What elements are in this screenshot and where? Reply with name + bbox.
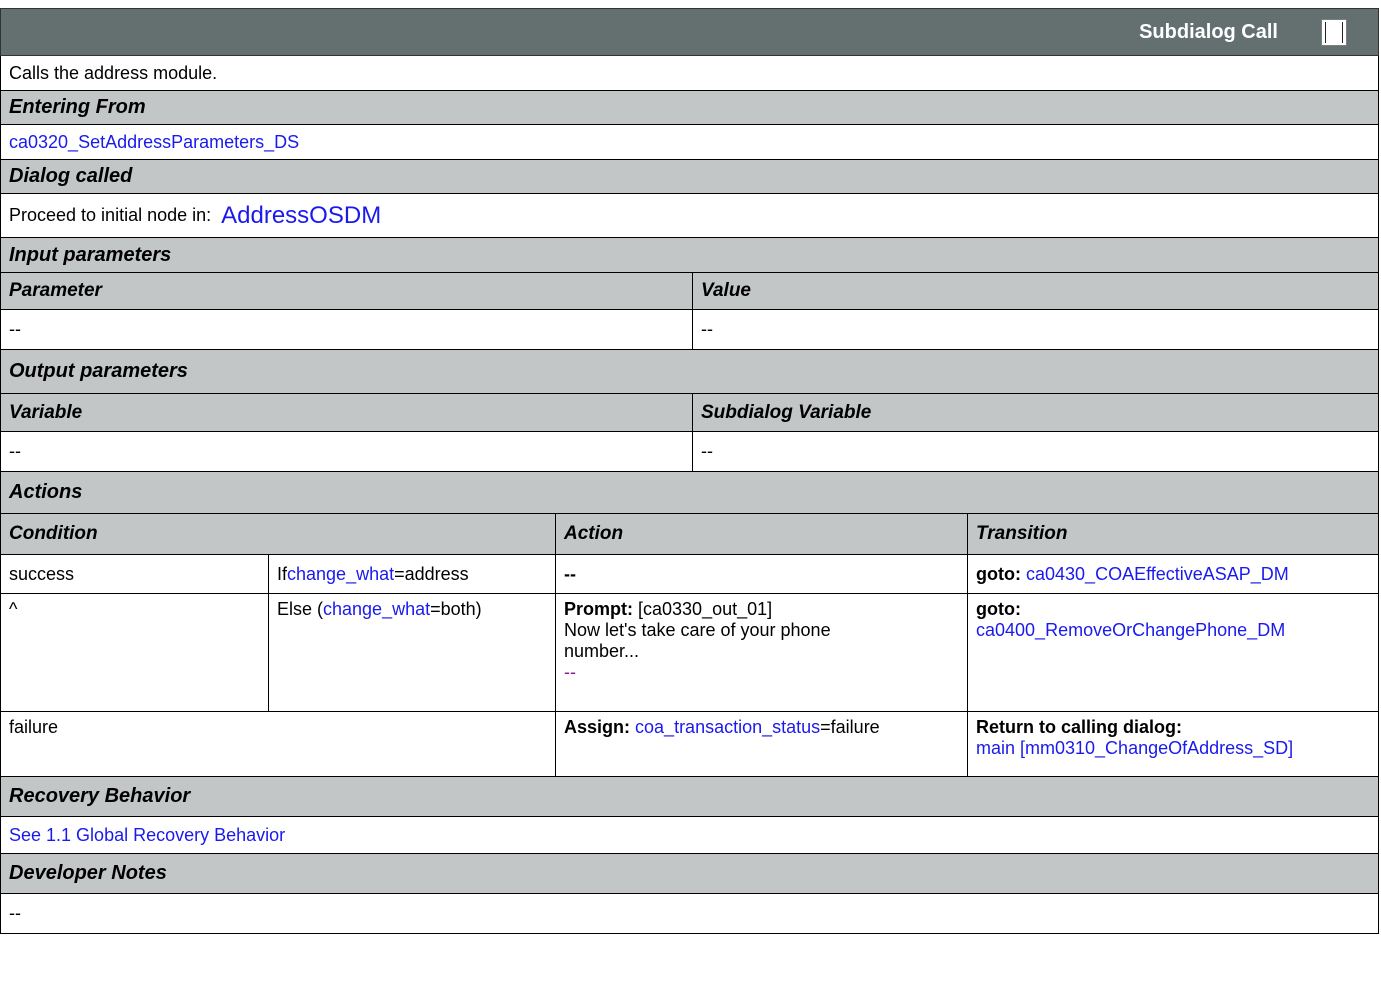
panel-header: Subdialog Call (0, 8, 1379, 56)
description-text: Calls the address module. (9, 62, 218, 83)
entering-from-header: Entering From (0, 91, 1379, 125)
change-what-link[interactable]: change_what (287, 564, 394, 585)
description-row: Calls the address module. (0, 56, 1379, 91)
dialog-called-row: Proceed to initial node in: AddressOSDM (0, 194, 1379, 238)
action-row-else: ^ Else (change_what =both) Prompt: [ca033… (0, 594, 1379, 712)
actions-header: Actions (0, 472, 1379, 514)
output-subdialog-variable-cell: -- (701, 441, 713, 461)
action-cell: Prompt: [ca0330_out_01] Now let's take c… (556, 594, 968, 711)
condition-cell: ^ (1, 594, 269, 711)
dialog-called-text: Proceed to initial node in: (9, 205, 212, 225)
action-cell: -- (556, 555, 968, 593)
developer-notes-label: Developer Notes (9, 862, 167, 884)
recovery-link[interactable]: See 1.1 Global Recovery Behavior (9, 825, 285, 846)
input-parameters-columns: Parameter Value (0, 273, 1379, 310)
actions-columns: Condition Action Transition (0, 514, 1379, 555)
sub-condition-cell: Else (change_what =both) (269, 594, 556, 711)
output-variable-cell: -- (1, 432, 693, 471)
input-parameters-row: -- -- (0, 310, 1379, 350)
column-header-transition: Transition (976, 523, 1068, 544)
condition-cell: success (1, 555, 269, 593)
action-cell: Assign: coa_transaction_status =failure (556, 712, 968, 776)
sub-condition-cell: If change_what =address (269, 555, 556, 593)
action-row-success: success If change_what =address -- goto: … (0, 555, 1379, 594)
actions-label: Actions (9, 481, 83, 503)
dialog-called-link[interactable]: AddressOSDM (221, 202, 381, 230)
dialog-called-label: Dialog called (9, 165, 133, 187)
output-parameters-header: Output parameters (0, 350, 1379, 394)
prompt-audio-link[interactable]: -- (564, 662, 576, 683)
recovery-row: See 1.1 Global Recovery Behavior (0, 817, 1379, 854)
transition-link[interactable]: main [mm0310_ChangeOfAddress_SD] (976, 738, 1293, 759)
developer-notes-row: -- (0, 894, 1379, 934)
assign-variable-link[interactable]: coa_transaction_status (635, 717, 820, 738)
input-parameters-header: Input parameters (0, 238, 1379, 273)
panel-title: Subdialog Call (1139, 21, 1278, 43)
expand-icon[interactable] (1321, 19, 1347, 46)
input-parameters-label: Input parameters (9, 243, 172, 266)
transition-cell: goto: ca0430_COAEffectiveASAP_DM (976, 563, 1289, 585)
column-header-subdialog-variable: Subdialog Variable (701, 401, 872, 423)
recovery-label: Recovery Behavior (9, 785, 191, 807)
entering-from-row: ca0320_SetAddressParameters_DS (0, 125, 1379, 160)
dialog-called-header: Dialog called (0, 160, 1379, 194)
column-header-action: Action (556, 514, 968, 554)
output-parameters-row: -- -- (0, 432, 1379, 472)
column-header-variable: Variable (1, 394, 693, 431)
change-what-link[interactable]: change_what (323, 599, 430, 620)
input-parameter-cell: -- (1, 310, 693, 349)
developer-notes-text: -- (9, 903, 21, 923)
subdialog-call-panel: Subdialog Call Calls the address module.… (0, 8, 1379, 934)
column-header-parameter: Parameter (1, 273, 693, 309)
transition-cell: Return to calling dialog: main [mm0310_C… (976, 717, 1294, 759)
action-row-failure: failure Assign: coa_transaction_status =… (0, 712, 1379, 777)
output-parameters-columns: Variable Subdialog Variable (0, 394, 1379, 432)
transition-link[interactable]: ca0400_RemoveOrChangePhone_DM (976, 620, 1285, 641)
output-parameters-label: Output parameters (9, 360, 188, 382)
developer-notes-header: Developer Notes (0, 854, 1379, 894)
column-header-value: Value (701, 280, 751, 301)
transition-cell: goto: ca0400_RemoveOrChangePhone_DM (976, 599, 1286, 641)
entering-from-label: Entering From (9, 96, 146, 118)
entering-from-link[interactable]: ca0320_SetAddressParameters_DS (9, 132, 299, 153)
recovery-header: Recovery Behavior (0, 777, 1379, 817)
column-header-condition: Condition (1, 514, 556, 554)
transition-link[interactable]: ca0430_COAEffectiveASAP_DM (1026, 564, 1289, 585)
condition-cell: failure (1, 712, 556, 776)
input-value-cell: -- (701, 319, 713, 339)
